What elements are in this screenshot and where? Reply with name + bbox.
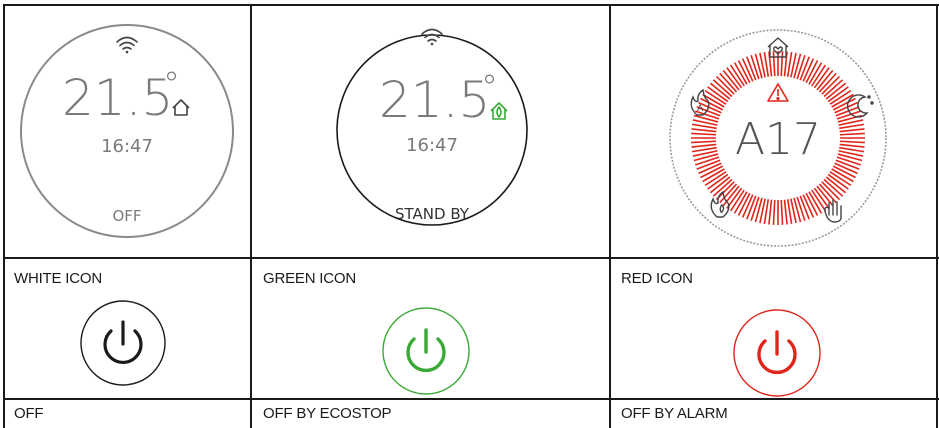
temperature-value: 21.5 xyxy=(379,71,490,129)
thermostat-display-alarm: A17 A xyxy=(667,27,889,249)
status-table: 21.5 ° 16:47 OFF WHITE ICON OFF 21.5 ° 1… xyxy=(0,0,939,428)
thermostat-display-off: 21.5 ° 16:47 OFF xyxy=(18,22,236,240)
clock-time: 16:47 xyxy=(406,135,458,156)
caption-off-by-ecostop: OFF BY ECOSTOP xyxy=(263,405,392,422)
table-border-top xyxy=(3,4,939,6)
icon-label-white: WHITE ICON xyxy=(14,270,102,287)
svg-text:A: A xyxy=(697,104,704,114)
power-button-white[interactable] xyxy=(80,300,166,386)
table-border-right xyxy=(936,4,938,428)
table-divider-2 xyxy=(3,398,939,400)
table-divider-col-1 xyxy=(250,4,252,428)
clock-time: 16:47 xyxy=(101,136,153,157)
degree-symbol: ° xyxy=(163,65,180,105)
status-text: STAND BY xyxy=(395,205,470,223)
caption-off-by-alarm: OFF BY ALARM xyxy=(621,405,728,422)
icon-label-green: GREEN ICON xyxy=(263,270,357,287)
temperature-value: 21.5 xyxy=(62,69,173,127)
power-button-green[interactable] xyxy=(370,307,482,395)
power-button-red[interactable] xyxy=(732,309,822,397)
degree-symbol: ° xyxy=(481,68,498,108)
status-text: OFF xyxy=(112,207,141,225)
table-divider-col-2 xyxy=(609,4,611,428)
table-border-left xyxy=(3,4,5,428)
thermostat-display-standby: 21.5 ° 16:47 STAND BY xyxy=(335,21,529,239)
icon-label-red: RED ICON xyxy=(621,270,693,287)
alarm-code: A17 xyxy=(735,114,821,165)
caption-off: OFF xyxy=(14,405,44,422)
table-divider-1 xyxy=(3,257,939,259)
